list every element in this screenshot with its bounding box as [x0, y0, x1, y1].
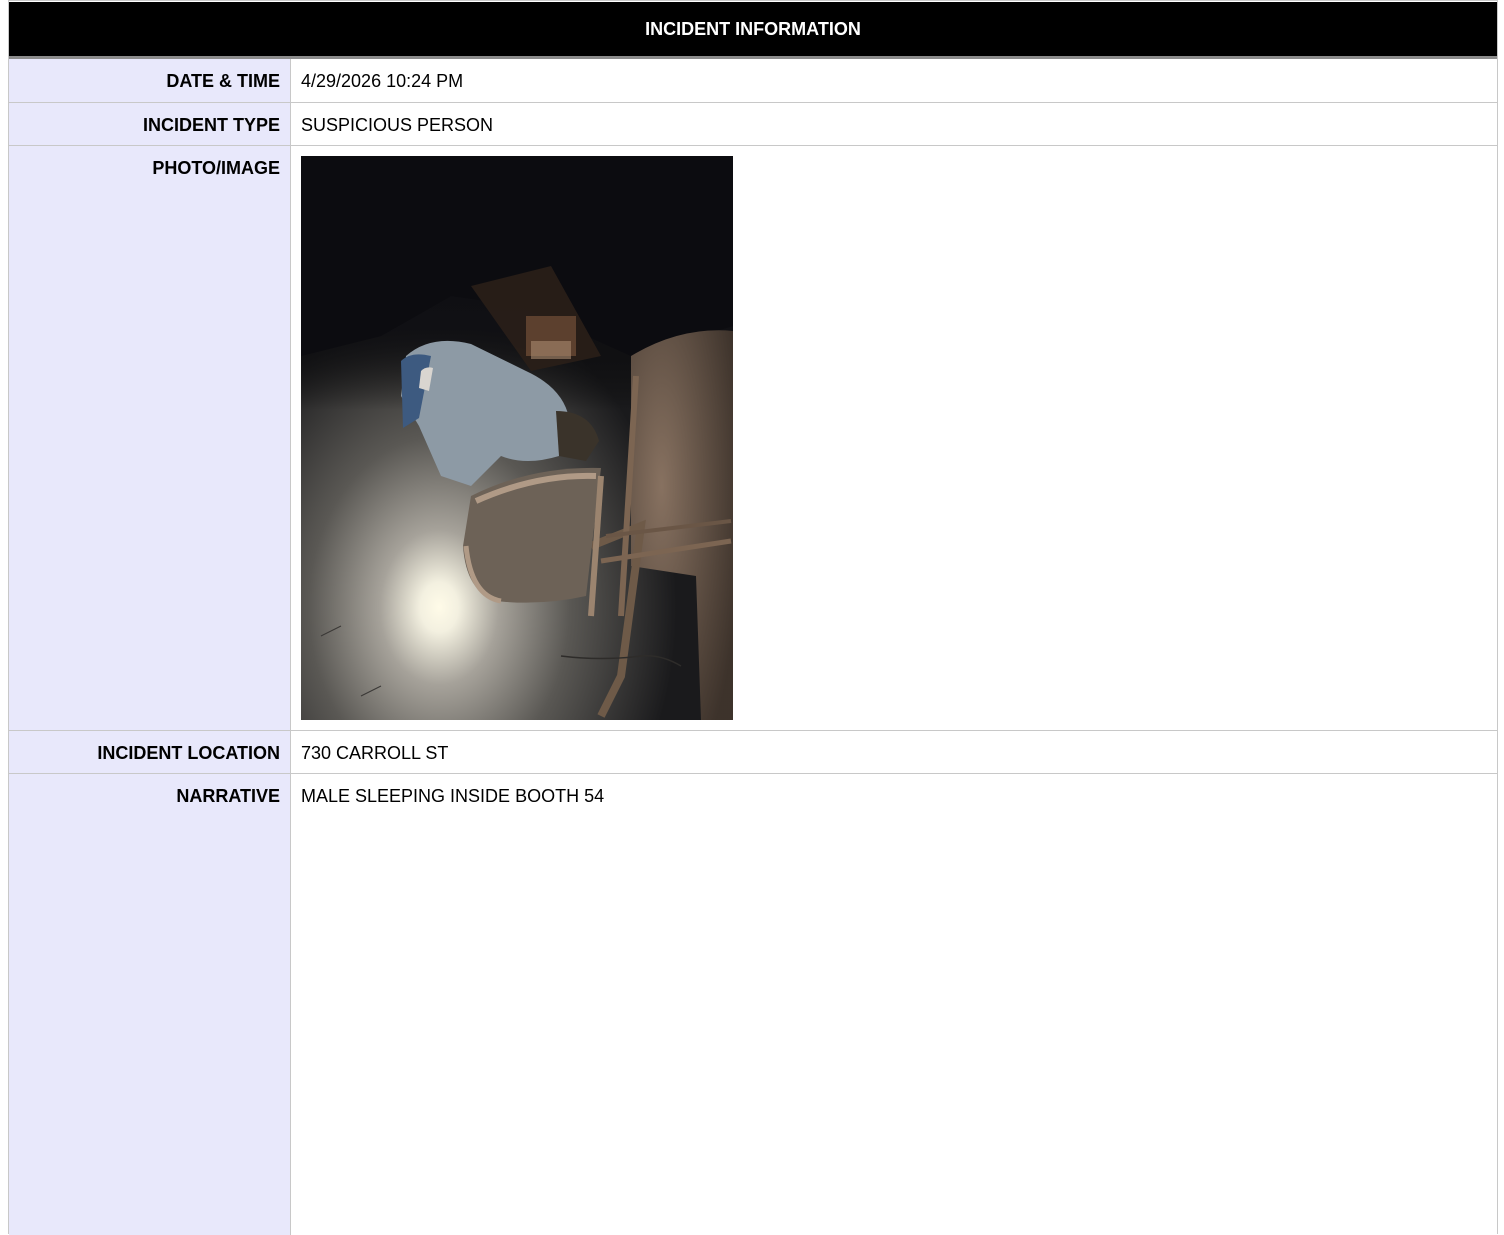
- incident-sheet: INCIDENT INFORMATION DATE & TIME 4/29/20…: [8, 0, 1498, 1235]
- label-cell: PHOTO/IMAGE: [9, 146, 291, 730]
- incident-header: INCIDENT INFORMATION: [9, 2, 1497, 59]
- photo-label: PHOTO/IMAGE: [152, 158, 280, 178]
- label-cell: NARRATIVE: [9, 774, 291, 1235]
- location-label: INCIDENT LOCATION: [97, 743, 280, 763]
- label-cell: INCIDENT LOCATION: [9, 731, 291, 773]
- label-cell: DATE & TIME: [9, 59, 291, 102]
- row-photo: PHOTO/IMAGE: [9, 146, 1497, 731]
- date-time-value: 4/29/2026 10:24 PM: [301, 71, 464, 91]
- location-value: 730 CARROLL ST: [301, 743, 449, 763]
- narrative-value: MALE SLEEPING INSIDE BOOTH 54: [301, 786, 605, 806]
- label-cell: INCIDENT TYPE: [9, 103, 291, 145]
- incident-photo-svg: [301, 156, 733, 720]
- row-incident-type: INCIDENT TYPE SUSPICIOUS PERSON: [9, 103, 1497, 146]
- row-date-time: DATE & TIME 4/29/2026 10:24 PM: [9, 59, 1497, 103]
- row-location: INCIDENT LOCATION 730 CARROLL ST: [9, 731, 1497, 774]
- incident-type-value: SUSPICIOUS PERSON: [301, 115, 494, 135]
- row-narrative: NARRATIVE MALE SLEEPING INSIDE BOOTH 54: [9, 774, 1497, 1235]
- incident-type-label: INCIDENT TYPE: [142, 115, 280, 135]
- date-time-label: DATE & TIME: [166, 71, 280, 91]
- narrative-label: NARRATIVE: [176, 786, 280, 806]
- incident-photo[interactable]: [301, 156, 733, 720]
